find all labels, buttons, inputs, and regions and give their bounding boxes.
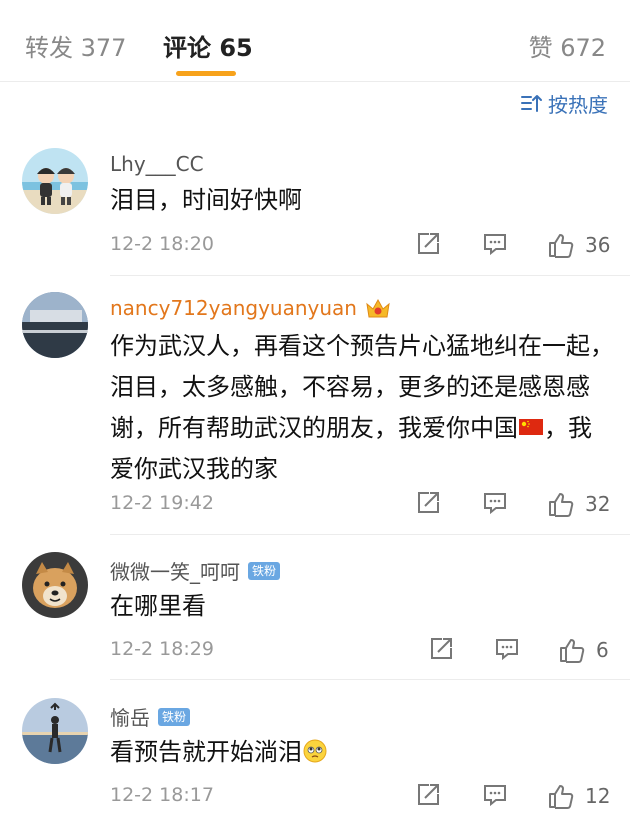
sort-by-hot-button[interactable]: 按热度 xyxy=(520,90,608,117)
username-text: nancy712yangyuanyuan xyxy=(110,296,357,320)
comment-meta: 12-2 18:29 6 xyxy=(110,636,630,666)
comment-icon xyxy=(484,493,506,515)
thumbs-up-icon xyxy=(549,785,574,809)
comment-time: 12-2 18:20 xyxy=(110,233,214,255)
username-text: 愉岳 xyxy=(110,706,150,730)
comment-icon xyxy=(496,639,518,661)
active-tab-indicator xyxy=(176,71,236,76)
sort-label: 按热度 xyxy=(548,92,608,117)
like-count: 12 xyxy=(585,784,611,808)
divider xyxy=(110,679,630,680)
comment-username[interactable]: 愉岳 铁粉 xyxy=(110,702,191,731)
like-button[interactable]: 32 xyxy=(547,490,610,518)
like-button[interactable]: 12 xyxy=(547,782,610,810)
reply-button[interactable] xyxy=(494,636,520,662)
comment-meta: 12-2 18:20 36 xyxy=(110,231,630,261)
tab-likes[interactable]: 赞 672 xyxy=(529,28,606,63)
comment-username[interactable]: nancy712yangyuanyuan xyxy=(110,296,391,320)
comment-text: 看预告就开始淌泪 xyxy=(110,732,615,773)
reply-button[interactable] xyxy=(482,782,508,808)
thumbs-up-icon xyxy=(549,234,574,258)
fan-badge: 铁粉 xyxy=(158,707,191,726)
repost-icon xyxy=(418,784,439,805)
username-text: Lhy___CC xyxy=(110,152,204,176)
thumbs-up-icon xyxy=(549,493,574,517)
repost-icon xyxy=(418,492,439,513)
comment-time: 12-2 18:29 xyxy=(110,638,214,660)
tab-repost[interactable]: 转发 377 xyxy=(25,28,126,63)
username-text: 微微一笑_呵呵 xyxy=(110,560,240,584)
repost-button[interactable] xyxy=(415,231,441,257)
comment-time: 12-2 19:42 xyxy=(110,492,214,514)
like-count: 32 xyxy=(585,492,611,516)
repost-button[interactable] xyxy=(428,636,454,662)
comment-text-part: 看预告就开始淌泪 xyxy=(110,738,302,766)
china-flag-icon xyxy=(519,419,543,435)
sort-icon xyxy=(521,95,542,112)
comment-text: 泪目，时间好快啊 xyxy=(110,186,302,214)
comment-username[interactable]: Lhy___CC xyxy=(110,152,204,176)
divider xyxy=(110,534,630,535)
avatar[interactable] xyxy=(22,292,88,358)
tab-bar: 转发 377 评论 65 赞 672 xyxy=(0,0,630,82)
comment-item: nancy712yangyuanyuan 作为武汉人，再看这个预告片心猛地纠在一… xyxy=(0,278,630,535)
comment-item: 微微一笑_呵呵 铁粉 在哪里看 12-2 18:29 6 xyxy=(0,536,630,680)
like-count: 36 xyxy=(585,233,611,257)
comment-text: 作为武汉人，再看这个预告片心猛地纠在一起，泪目，太多感触，不容易，更多的还是感恩… xyxy=(110,326,615,490)
tab-comments[interactable]: 评论 65 xyxy=(163,28,253,63)
comment-icon xyxy=(484,785,506,807)
avatar[interactable] xyxy=(22,148,88,214)
repost-button[interactable] xyxy=(415,782,441,808)
comment-item: Lhy___CC 泪目，时间好快啊 12-2 18:20 36 xyxy=(0,140,630,276)
comment-meta: 12-2 18:17 12 xyxy=(110,782,630,812)
reply-button[interactable] xyxy=(482,231,508,257)
repost-button[interactable] xyxy=(415,490,441,516)
repost-icon xyxy=(431,638,452,659)
divider xyxy=(110,275,630,276)
avatar[interactable] xyxy=(22,552,88,618)
like-count: 6 xyxy=(596,638,609,662)
thumbs-up-icon xyxy=(560,639,585,663)
like-button[interactable]: 6 xyxy=(558,636,609,664)
fan-badge: 铁粉 xyxy=(248,561,281,580)
avatar[interactable] xyxy=(22,698,88,764)
comment-time: 12-2 18:17 xyxy=(110,784,214,806)
comment-text: 在哪里看 xyxy=(110,592,206,620)
like-button[interactable]: 36 xyxy=(547,231,610,259)
repost-icon xyxy=(418,233,439,254)
comment-item: 愉岳 铁粉 看预告就开始淌泪 12-2 18:17 12 xyxy=(0,682,630,832)
comment-icon xyxy=(484,234,506,256)
comment-meta: 12-2 19:42 32 xyxy=(110,490,630,520)
comment-username[interactable]: 微微一笑_呵呵 铁粉 xyxy=(110,556,281,585)
teary-eyes-emoji-icon xyxy=(303,739,327,763)
crown-icon xyxy=(366,298,390,318)
reply-button[interactable] xyxy=(482,490,508,516)
